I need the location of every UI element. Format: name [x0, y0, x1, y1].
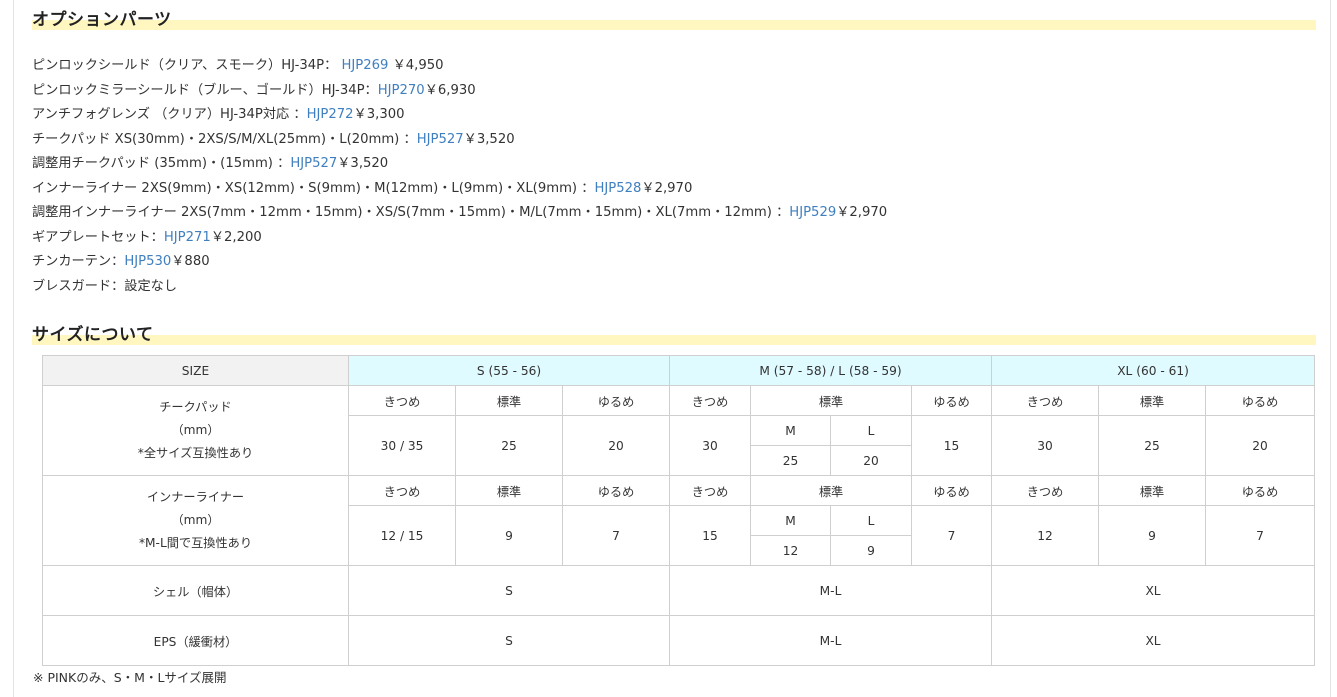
eps-row: EPS（緩衝材） S M-L XL: [42, 615, 1316, 666]
shell-xl: XL: [991, 565, 1316, 616]
option-item: インナーライナー 2XS(9mm)・XS(12mm)・S(9mm)・M(12mm…: [32, 180, 693, 196]
part-code-link[interactable]: HJP528: [594, 181, 641, 196]
fit-tight: きつめ: [348, 385, 456, 416]
inner-xl-loose: 7: [1205, 505, 1316, 566]
option-item: 調整用インナーライナー 2XS(7mm・12mm・15mm)・XS/S(7mm・…: [32, 205, 888, 220]
m-subheader: M: [750, 415, 831, 446]
part-code-link[interactable]: HJP530: [124, 254, 171, 269]
price: ￥3,300: [353, 107, 405, 122]
inner-xl-tight: 12: [991, 505, 1100, 566]
part-code-link[interactable]: HJP269: [341, 58, 388, 73]
price: ￥2,970: [836, 205, 888, 220]
price: ￥3,520: [337, 156, 389, 171]
inner-ml-tight: 15: [669, 505, 751, 566]
option-item: ギアプレートセット：HJP271￥2,200: [32, 229, 262, 245]
fit-loose: ゆるめ: [910, 385, 993, 416]
fit-tight: きつめ: [348, 475, 456, 506]
cheek-s-tight: 30 / 35: [348, 415, 456, 476]
part-code-link[interactable]: HJP527: [290, 156, 337, 171]
option-item: チークパッド XS(30mm)・2XS/S/M/XL(25mm)・L(20mm)…: [32, 131, 515, 147]
l-subheader: L: [830, 505, 912, 536]
size-xl-header: XL (60 - 61): [991, 355, 1316, 386]
inner-ml-loose: 7: [910, 505, 993, 566]
cheek-xl-loose: 20: [1205, 415, 1316, 476]
cheek-m-standard: 25: [750, 445, 831, 476]
cheek-xl-tight: 30: [991, 415, 1100, 476]
part-code-link[interactable]: HJP527: [417, 132, 464, 147]
pink-size-note: ※ PINKのみ、S・M・Lサイズ展開: [33, 670, 227, 685]
shell-label: シェル（帽体）: [42, 565, 349, 616]
cheek-s-loose: 20: [562, 415, 670, 476]
shell-row: シェル（帽体） S M-L XL: [42, 565, 1316, 616]
inner-s-tight: 12 / 15: [348, 505, 456, 566]
size-heading: サイズについて: [32, 318, 1316, 348]
part-code-link[interactable]: HJP529: [789, 205, 836, 220]
fit-tight: きつめ: [991, 385, 1100, 416]
heading-highlight: [32, 20, 1316, 30]
cheek-ml-loose: 15: [910, 415, 993, 476]
size-s-header: S (55 - 56): [348, 355, 670, 386]
shell-s: S: [348, 565, 670, 616]
cheek-ml-tight: 30: [669, 415, 751, 476]
fit-tight: きつめ: [669, 475, 751, 506]
l-subheader: L: [830, 415, 912, 446]
option-item: アンチフォグレンズ （クリア）HJ-34P対応 ：HJP272￥3,300: [32, 107, 405, 122]
inner-fit-row: インナーライナー （mm） *M-L間で互換性あり きつめ 標準 ゆるめ きつめ…: [42, 475, 1316, 566]
part-code-link[interactable]: HJP270: [378, 83, 425, 98]
size-ml-header: M (57 - 58) / L (58 - 59): [668, 355, 993, 386]
inner-liner-label: インナーライナー （mm） *M-L間で互換性あり: [42, 475, 349, 566]
fit-tight: きつめ: [669, 385, 751, 416]
inner-s-standard: 9: [455, 505, 563, 566]
cheek-fit-row: チークパッド （mm） *全サイズ互換性あり きつめ 標準 ゆるめ きつめ 標準…: [42, 385, 1316, 476]
shell-ml: M-L: [668, 565, 993, 616]
options-heading: オプションパーツ: [32, 3, 1316, 33]
eps-label: EPS（緩衝材）: [42, 615, 349, 666]
option-item: ブレスガード：設定なし: [32, 278, 178, 294]
eps-ml: M-L: [668, 615, 993, 666]
option-item: ピンロックシールド（クリア、スモーク）HJ-34P： HJP269 ￥4,950: [32, 58, 444, 73]
cheek-l-standard: 20: [830, 445, 912, 476]
fit-standard: 標準: [1098, 475, 1207, 506]
fit-standard: 標準: [750, 385, 912, 416]
cheek-xl-standard: 25: [1098, 415, 1207, 476]
inner-l-standard: 9: [830, 535, 912, 566]
option-item: ピンロックミラーシールド（ブルー、ゴールド）HJ-34P：HJP270￥6,93…: [32, 82, 476, 98]
eps-s: S: [348, 615, 670, 666]
size-table: SIZE S (55 - 56) M (57 - 58) / L (58 - 5…: [42, 355, 1316, 666]
fit-tight: きつめ: [991, 475, 1100, 506]
fit-standard: 標準: [1098, 385, 1207, 416]
fit-loose: ゆるめ: [562, 385, 670, 416]
cheek-s-standard: 25: [455, 415, 563, 476]
fit-standard: 標準: [750, 475, 912, 506]
fit-loose: ゆるめ: [1205, 385, 1316, 416]
size-title: サイズについて: [32, 325, 154, 345]
size-label-header: SIZE: [42, 355, 349, 386]
fit-standard: 標準: [455, 385, 563, 416]
cheek-pad-label: チークパッド （mm） *全サイズ互換性あり: [42, 385, 349, 476]
price: ￥880: [171, 254, 210, 269]
options-title: オプションパーツ: [32, 10, 172, 30]
fit-loose: ゆるめ: [910, 475, 993, 506]
fit-loose: ゆるめ: [562, 475, 670, 506]
price: ￥3,520: [463, 131, 515, 147]
content-frame: オプションパーツ ピンロックシールド（クリア、スモーク）HJ-34P： HJP2…: [13, 0, 1331, 697]
heading-highlight: [32, 335, 1316, 345]
eps-xl: XL: [991, 615, 1316, 666]
size-header-row: SIZE S (55 - 56) M (57 - 58) / L (58 - 5…: [42, 355, 1316, 386]
option-item: 調整用チークパッド (35mm)・(15mm) ：HJP527￥3,520: [32, 156, 389, 171]
price: ￥4,950: [392, 58, 444, 73]
fit-loose: ゆるめ: [1205, 475, 1316, 506]
part-code-link[interactable]: HJP271: [164, 230, 211, 245]
inner-s-loose: 7: [562, 505, 670, 566]
price: ￥2,200: [210, 229, 262, 245]
price: ￥6,930: [424, 82, 476, 98]
option-item: チンカーテン：HJP530￥880: [32, 254, 210, 269]
fit-standard: 標準: [455, 475, 563, 506]
options-list: ピンロックシールド（クリア、スモーク）HJ-34P： HJP269 ￥4,950…: [32, 54, 1312, 299]
inner-m-standard: 12: [750, 535, 831, 566]
inner-xl-standard: 9: [1098, 505, 1207, 566]
price: ￥2,970: [641, 180, 693, 196]
m-subheader: M: [750, 505, 831, 536]
part-code-link[interactable]: HJP272: [307, 107, 354, 122]
